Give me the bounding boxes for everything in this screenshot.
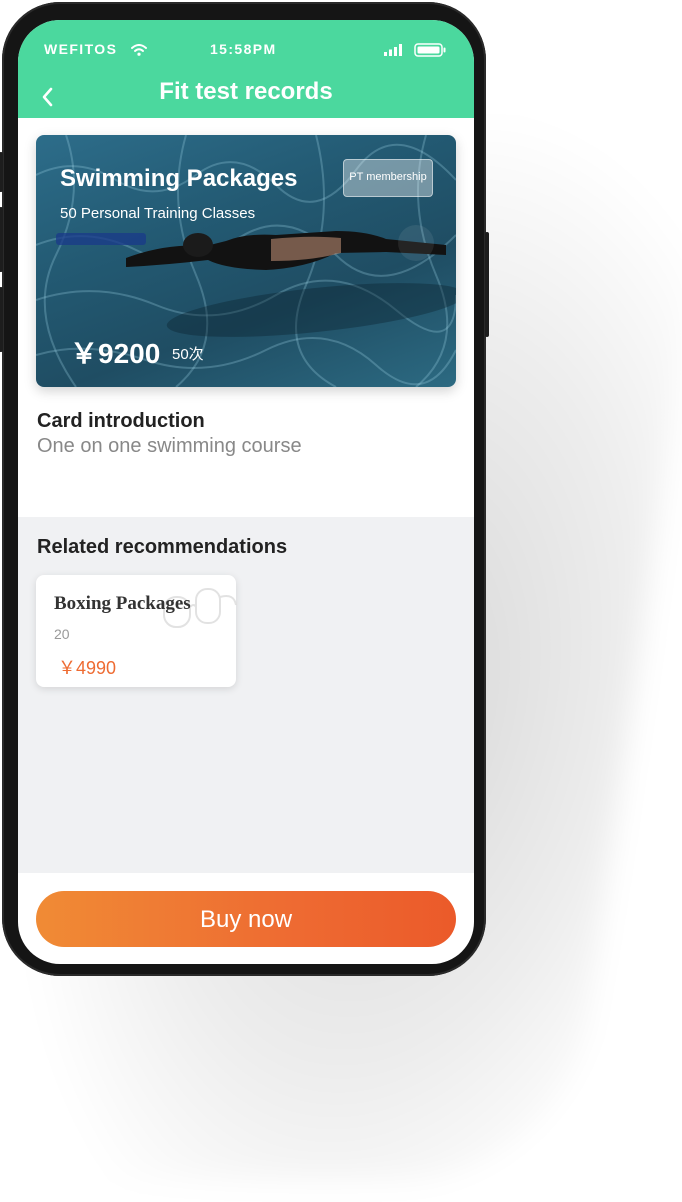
package-subtitle: 50 Personal Training Classes [60,205,256,222]
package-price: ￥9200 [70,338,161,369]
status-time: 15:58PM [210,41,277,57]
signal-icon [384,44,402,56]
power-button [485,232,489,337]
package-title: Swimming Packages [60,165,298,192]
volume-up-button [0,207,3,272]
related-heading: Related recommendations [37,536,288,558]
related-section [18,517,474,873]
app-header: WEFITOS 15:58PM Fit test records [18,20,474,118]
card-introduction-text: One on one swimming course [37,435,302,457]
package-card[interactable]: Swimming Packages 50 Personal Training C… [36,135,456,387]
related-card-title: Boxing Packages [54,593,191,614]
mute-switch [0,152,3,192]
carrier-label: WEFITOS [44,41,118,57]
related-card-price: ￥4990 [58,658,117,678]
buy-now-button[interactable]: Buy now [36,891,456,947]
wifi-icon [131,44,147,56]
screen: WEFITOS 15:58PM Fit test records Swimmin… [18,20,474,964]
page-title: Fit test records [159,78,333,105]
related-card-count: 20 [54,626,70,642]
card-introduction-heading: Card introduction [37,410,205,432]
battery-icon [414,43,446,57]
package-count: 50次 [172,346,204,363]
phone-frame: WEFITOS 15:58PM Fit test records Swimmin… [0,2,489,976]
related-card[interactable]: Boxing Packages 20 ￥4990 [36,575,237,687]
membership-badge: PT membership [343,159,433,197]
volume-down-button [0,287,3,352]
